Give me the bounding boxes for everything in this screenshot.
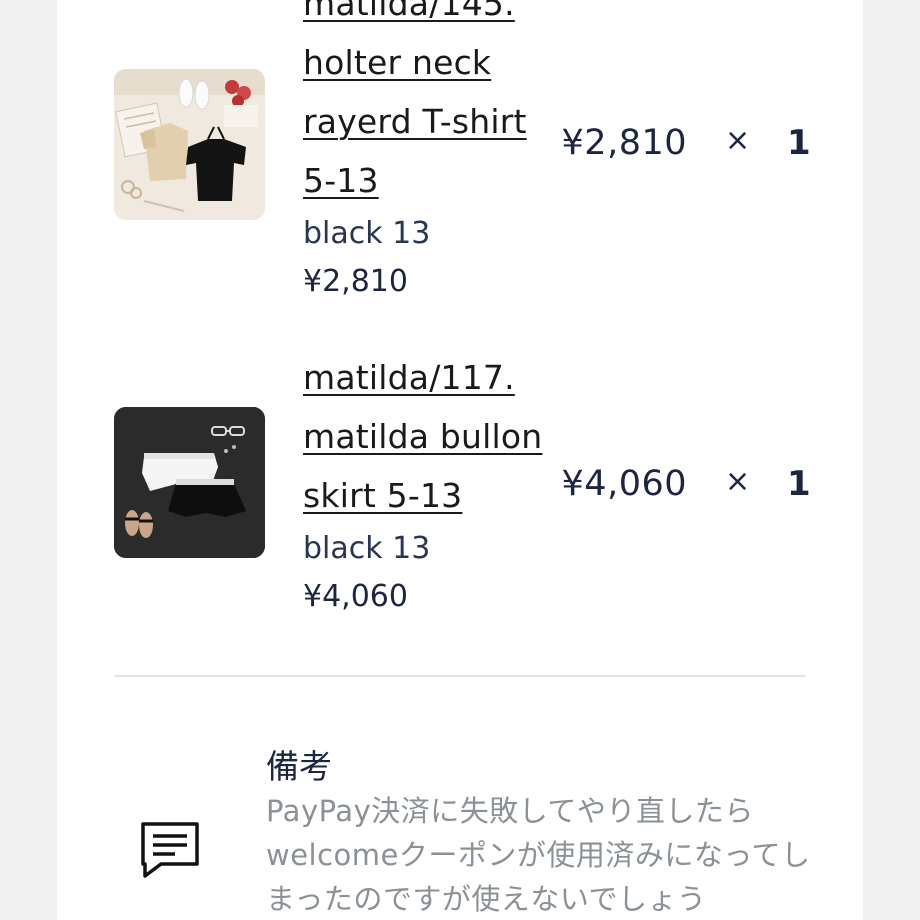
product-title-line[interactable]: holter neck <box>303 33 553 92</box>
product-info: matilda/145. holter neck rayerd T-shirt … <box>303 0 553 306</box>
order-summary-card: matilda/145. holter neck rayerd T-shirt … <box>57 0 863 920</box>
message-note-icon <box>139 820 201 878</box>
line-total-price: ¥2,810 <box>561 123 687 163</box>
quantity-value: 1 <box>787 464 811 504</box>
line-total-price: ¥4,060 <box>561 464 687 504</box>
unit-price: ¥2,810 <box>303 264 408 299</box>
product-title-line[interactable]: matilda bullon <box>303 407 553 466</box>
product-photo-skirt-icon <box>114 407 265 558</box>
product-thumbnail[interactable] <box>114 407 265 558</box>
product-title-line[interactable]: matilda/117. <box>303 348 553 407</box>
product-title-line[interactable]: skirt 5-13 <box>303 466 553 525</box>
multiply-sign: × <box>725 123 751 158</box>
quantity-value: 1 <box>787 123 811 163</box>
multiply-sign: × <box>725 464 751 499</box>
note-text: PayPay決済に失敗してやり直したらwelcomeクーポンが使用済みになってし… <box>266 794 811 916</box>
product-title-line[interactable]: 5-13 <box>303 151 553 210</box>
product-title-line[interactable]: matilda/145. <box>303 0 553 33</box>
product-photo-tshirt-icon <box>114 69 265 220</box>
product-info: matilda/117. matilda bullon skirt 5-13 b… <box>303 348 553 621</box>
section-divider <box>114 675 806 677</box>
unit-price: ¥4,060 <box>303 579 408 614</box>
product-title-line[interactable]: rayerd T-shirt <box>303 92 553 151</box>
product-thumbnail[interactable] <box>114 69 265 220</box>
product-variant: black 13 <box>303 216 431 251</box>
product-variant: black 13 <box>303 531 431 566</box>
note-label: 備考 <box>266 747 332 786</box>
